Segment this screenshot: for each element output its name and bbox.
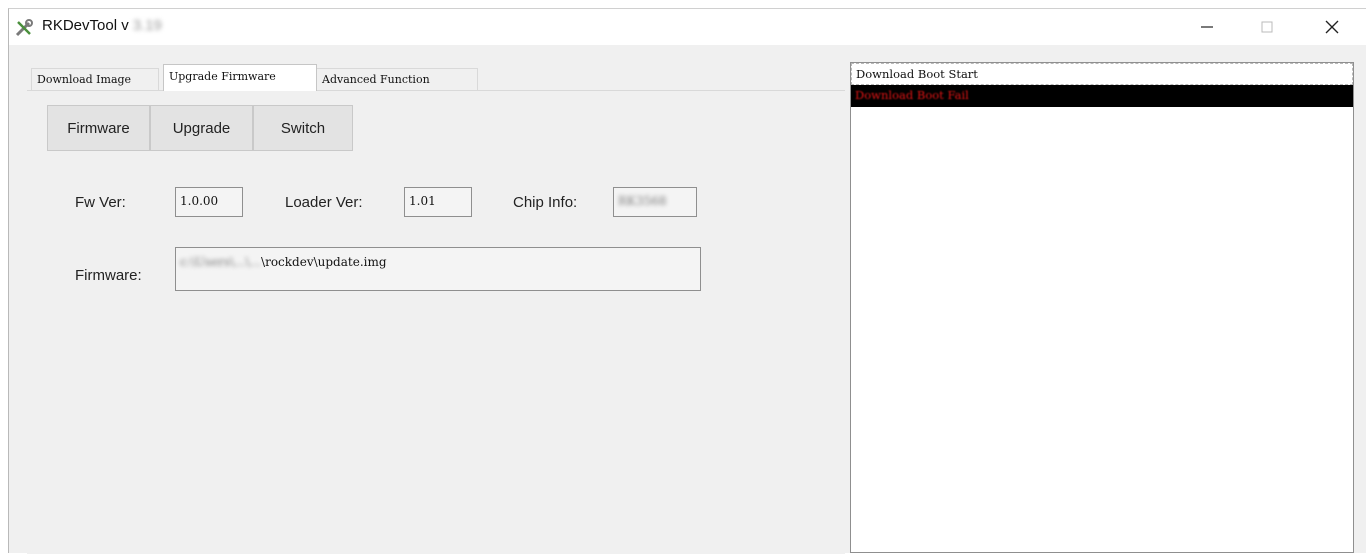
maximize-icon xyxy=(1261,21,1273,33)
maximize-button[interactable] xyxy=(1244,9,1290,45)
minimize-button[interactable] xyxy=(1184,9,1230,45)
firmware-button[interactable]: Firmware xyxy=(47,105,150,151)
chip-info-label: Chip Info: xyxy=(513,194,578,211)
window-title-version: 3.19 xyxy=(132,17,162,34)
firmware-path-prefix: c:\Users\...\... xyxy=(180,255,262,269)
window-title: RKDevTool v 3.19 xyxy=(42,17,162,34)
firmware-path-suffix: \rockdev\update.img xyxy=(261,255,387,269)
app-window: RKDevTool v 3.19 Download Image Upgrade F… xyxy=(8,8,1366,554)
minimize-icon xyxy=(1201,26,1213,28)
log-panel[interactable]: Download Boot Start Download Boot Fail xyxy=(850,62,1354,553)
loader-ver-label: Loader Ver: xyxy=(285,194,363,211)
log-line-error-text: Download Boot Fail xyxy=(855,88,969,102)
tab-upgrade-firmware[interactable]: Upgrade Firmware xyxy=(163,64,317,91)
tools-icon xyxy=(14,18,34,38)
loader-ver-field[interactable]: 1.01 xyxy=(404,187,472,217)
chip-info-value: RK3568 xyxy=(618,194,667,208)
title-bar[interactable]: RKDevTool v 3.19 xyxy=(9,9,1366,45)
close-icon xyxy=(1325,20,1339,34)
tab-advanced-function[interactable]: Advanced Function xyxy=(316,68,478,91)
log-line-error: Download Boot Fail xyxy=(851,85,1353,107)
log-line: Download Boot Start xyxy=(851,63,1353,85)
tab-download-image[interactable]: Download Image xyxy=(31,68,159,91)
firmware-path-field[interactable]: c:\Users\...\...\rockdev\update.img xyxy=(175,247,701,291)
upgrade-button[interactable]: Upgrade xyxy=(150,105,253,151)
chip-info-field[interactable]: RK3568 xyxy=(613,187,697,217)
firmware-label: Firmware: xyxy=(75,267,142,284)
fw-ver-field[interactable]: 1.0.00 xyxy=(175,187,243,217)
upgrade-firmware-panel: Firmware Upgrade Switch Fw Ver: 1.0.00 L… xyxy=(27,90,845,554)
close-button[interactable] xyxy=(1309,9,1355,45)
fw-ver-label: Fw Ver: xyxy=(75,194,126,211)
switch-button[interactable]: Switch xyxy=(253,105,353,151)
